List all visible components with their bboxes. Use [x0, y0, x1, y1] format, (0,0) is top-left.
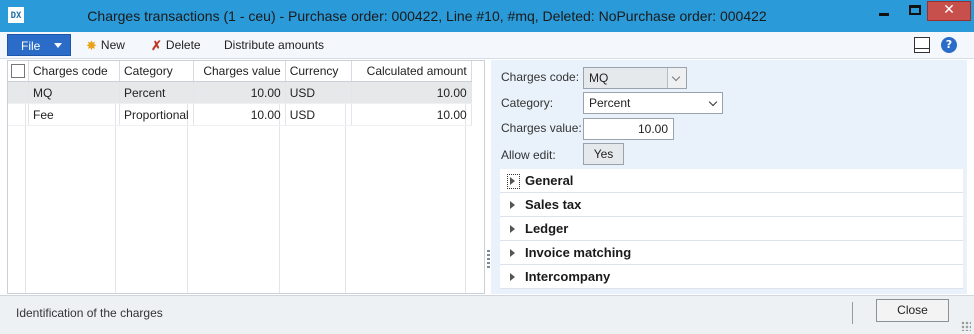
- expand-triangle-icon: [510, 225, 515, 233]
- help-icon[interactable]: ?: [941, 37, 957, 53]
- charges-code-label: Charges code:: [501, 70, 580, 84]
- charges-grid: Charges code Category Charges value Curr…: [7, 60, 485, 294]
- details-panel: Charges code: MQ Category: Percent Charg…: [491, 60, 967, 294]
- fasttab-sales-tax[interactable]: Sales tax: [500, 193, 963, 217]
- grid-header-row: Charges code Category Charges value Curr…: [8, 61, 472, 82]
- layout-icon[interactable]: [914, 37, 930, 53]
- charges-value-label: Charges value:: [501, 121, 582, 135]
- new-button[interactable]: ✸ New: [86, 36, 125, 54]
- select-all-checkbox[interactable]: [11, 64, 25, 79]
- new-star-icon: ✸: [86, 37, 97, 53]
- minimize-button[interactable]: [868, 1, 900, 21]
- window-title: Charges transactions (1 - ceu) - Purchas…: [87, 8, 767, 24]
- charges-code-field[interactable]: MQ: [583, 67, 687, 89]
- select-all-column[interactable]: [8, 61, 29, 82]
- fasttab-general[interactable]: General: [500, 169, 963, 193]
- fasttab-list: General Sales tax Ledger Invoice matchin…: [500, 169, 963, 289]
- distribute-amounts-button[interactable]: Distribute amounts: [224, 36, 324, 54]
- lookup-dropdown-icon[interactable]: [667, 68, 686, 88]
- cell-category[interactable]: Percent: [119, 81, 194, 104]
- fasttab-intercompany[interactable]: Intercompany: [500, 265, 963, 289]
- table-row[interactable]: Fee Proportional 10.00 USD 10.00: [8, 103, 472, 126]
- action-pane: File ✸ New ✗ Delete Distribute amounts ?: [0, 32, 974, 59]
- close-icon: ✕: [943, 2, 955, 18]
- column-header-currency[interactable]: Currency: [285, 61, 352, 82]
- category-label: Category:: [501, 96, 554, 110]
- expand-triangle-icon: [510, 201, 515, 209]
- resize-grip-icon[interactable]: [961, 321, 971, 331]
- fasttab-label: Sales tax: [525, 197, 582, 212]
- category-select[interactable]: Percent: [583, 92, 723, 114]
- cell-charges-code[interactable]: MQ: [28, 81, 120, 104]
- fasttab-label: General: [525, 173, 574, 188]
- minimize-icon: [879, 13, 889, 16]
- expand-triangle-icon: [510, 249, 515, 257]
- file-menu-button[interactable]: File: [7, 34, 71, 56]
- cell-category[interactable]: Proportional: [119, 103, 194, 126]
- cell-currency[interactable]: USD: [285, 81, 352, 104]
- cell-calculated-amount[interactable]: 10.00: [351, 103, 472, 126]
- title-bar: DX Charges transactions (1 - ceu) - Purc…: [0, 0, 974, 32]
- fasttab-label: Invoice matching: [525, 245, 632, 260]
- chevron-down-icon: [708, 97, 718, 107]
- pane-splitter-handle[interactable]: [487, 250, 490, 270]
- charges-code-value: MQ: [589, 71, 609, 85]
- delete-button[interactable]: ✗ Delete: [151, 36, 201, 54]
- table-row[interactable]: MQ Percent 10.00 USD 10.00: [8, 81, 472, 104]
- status-bar: Identification of the charges Close: [0, 295, 974, 334]
- maximize-icon: [909, 5, 921, 15]
- close-button[interactable]: Close: [876, 299, 949, 322]
- cell-currency[interactable]: USD: [285, 103, 352, 126]
- fasttab-ledger[interactable]: Ledger: [500, 217, 963, 241]
- allow-edit-label: Allow edit:: [501, 148, 556, 162]
- file-menu-label: File: [21, 39, 41, 53]
- charges-value-field[interactable]: 10.00: [583, 118, 674, 140]
- cell-charges-value[interactable]: 10.00: [193, 103, 286, 126]
- status-divider: [852, 302, 853, 324]
- expand-triangle-icon: [510, 177, 515, 185]
- cell-charges-value[interactable]: 10.00: [193, 81, 286, 104]
- expand-triangle-icon: [510, 273, 515, 281]
- column-header-charges-code[interactable]: Charges code: [28, 61, 120, 82]
- fasttab-invoice-matching[interactable]: Invoice matching: [500, 241, 963, 265]
- allow-edit-field[interactable]: Yes: [583, 143, 624, 165]
- cell-calculated-amount[interactable]: 10.00: [351, 81, 472, 104]
- column-header-category[interactable]: Category: [119, 61, 194, 82]
- fasttab-label: Ledger: [525, 221, 569, 236]
- fasttab-label: Intercompany: [525, 269, 611, 284]
- chevron-down-icon: [54, 43, 62, 48]
- new-label: New: [100, 38, 125, 52]
- category-value: Percent: [589, 96, 631, 110]
- delete-label: Delete: [165, 38, 201, 52]
- cell-charges-code[interactable]: Fee: [28, 103, 120, 126]
- status-text: Identification of the charges: [16, 306, 163, 320]
- window-close-button[interactable]: ✕: [927, 1, 971, 21]
- column-header-charges-value[interactable]: Charges value: [193, 61, 286, 82]
- delete-x-icon: ✗: [151, 37, 162, 53]
- column-header-calculated-amount[interactable]: Calculated amount: [351, 61, 472, 82]
